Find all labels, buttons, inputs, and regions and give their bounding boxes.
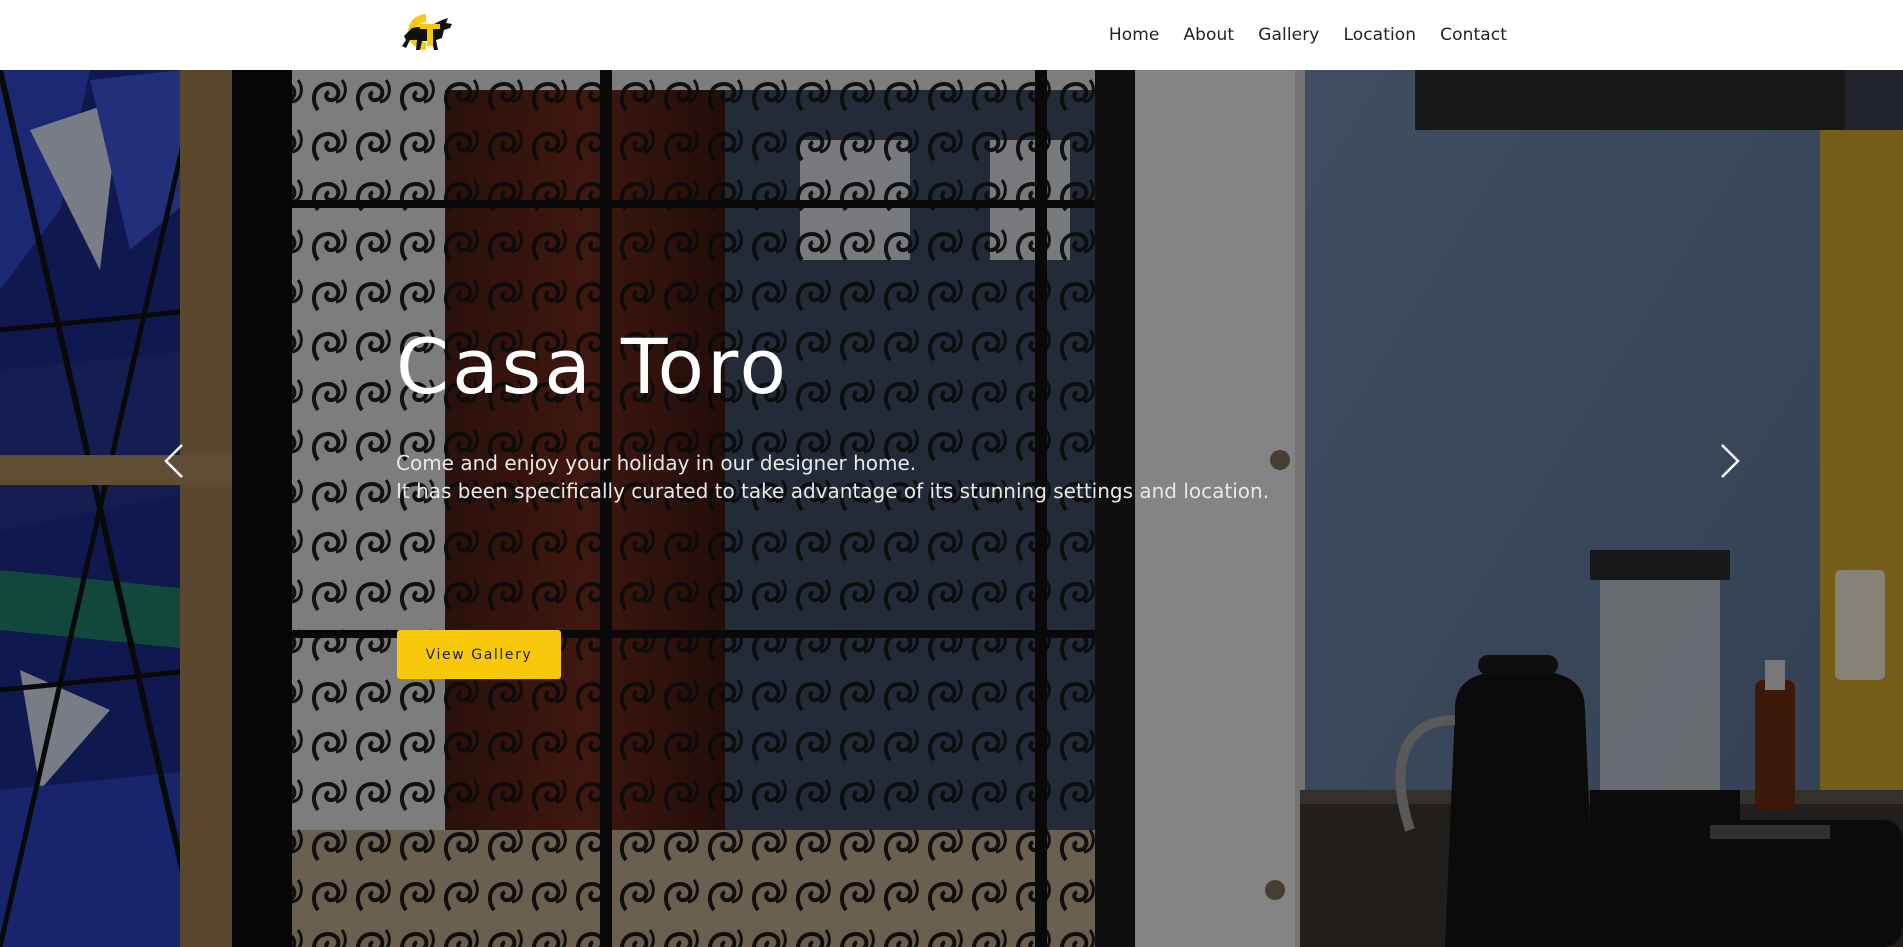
hero-subtitle: Come and enjoy your holiday in our desig… xyxy=(396,449,1496,505)
nav-contact[interactable]: Contact xyxy=(1440,25,1507,45)
hero-content: Casa Toro Come and enjoy your holiday in… xyxy=(396,322,1496,679)
chevron-right-icon xyxy=(1721,444,1740,478)
hero-title: Casa Toro xyxy=(396,322,790,411)
bull-logo-icon xyxy=(402,14,452,50)
nav-gallery[interactable]: Gallery xyxy=(1258,25,1319,45)
hero-subtitle-line-2: It has been specifically curated to take… xyxy=(396,478,1270,503)
main-nav: Home About Gallery Location Contact xyxy=(1085,0,1507,70)
logo-link[interactable] xyxy=(396,10,458,58)
hero-subtitle-line-1: Come and enjoy your holiday in our desig… xyxy=(396,450,917,475)
nav-location[interactable]: Location xyxy=(1343,25,1416,45)
slider-prev-button[interactable] xyxy=(155,441,195,481)
site-header: Home About Gallery Location Contact xyxy=(0,0,1903,70)
nav-about[interactable]: About xyxy=(1183,25,1234,45)
hero-slider: Casa Toro Come and enjoy your holiday in… xyxy=(0,70,1903,947)
slider-next-button[interactable] xyxy=(1709,441,1749,481)
view-gallery-button[interactable]: View Gallery xyxy=(397,630,561,679)
nav-home[interactable]: Home xyxy=(1109,25,1160,45)
chevron-left-icon xyxy=(164,444,183,478)
hero-dark-overlay xyxy=(0,70,1903,947)
